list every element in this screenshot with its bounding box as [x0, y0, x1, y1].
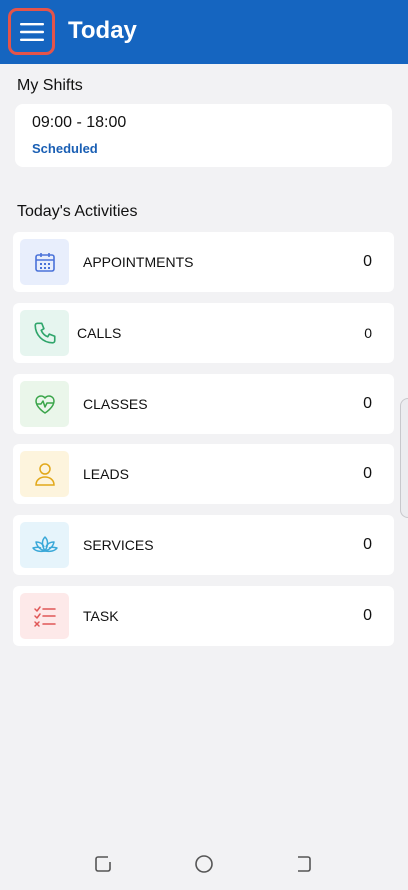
activity-services[interactable]: SERVICES 0	[13, 515, 394, 575]
activity-label: SERVICES	[83, 537, 154, 553]
person-icon	[20, 451, 69, 497]
checklist-icon	[20, 593, 69, 639]
activity-count: 0	[363, 395, 372, 412]
home-icon[interactable]	[193, 853, 215, 880]
activity-label: APPOINTMENTS	[83, 254, 194, 270]
calendar-icon	[20, 239, 69, 285]
activity-count: 0	[363, 465, 372, 482]
phone-icon	[20, 310, 69, 356]
activity-label: CLASSES	[83, 396, 148, 412]
activity-task[interactable]: TASK 0	[13, 586, 394, 646]
activity-count: 0	[363, 536, 372, 553]
activity-count: 0	[363, 253, 372, 270]
hamburger-menu-icon	[19, 22, 44, 41]
activity-label: CALLS	[77, 325, 122, 341]
activity-appointments[interactable]: APPOINTMENTS 0	[13, 232, 394, 292]
activity-calls[interactable]: CALLS 0	[13, 303, 394, 363]
activity-label: TASK	[83, 608, 119, 624]
lotus-icon	[20, 522, 69, 568]
activity-leads[interactable]: LEADS 0	[13, 444, 394, 504]
shift-status: Scheduled	[32, 141, 98, 156]
shift-time: 09:00 - 18:00	[32, 114, 127, 131]
system-nav-bar	[0, 836, 408, 890]
my-shifts-heading: My Shifts	[17, 77, 83, 94]
activity-count: 0	[363, 607, 372, 624]
heart-pulse-icon	[20, 381, 69, 427]
activity-classes[interactable]: CLASSES 0	[13, 374, 394, 434]
activity-count: 0	[364, 325, 372, 341]
menu-button[interactable]	[8, 8, 55, 55]
recent-apps-icon[interactable]	[92, 853, 114, 880]
back-icon[interactable]	[292, 853, 314, 880]
page-title: Today	[68, 17, 137, 44]
app-bar: Today	[0, 0, 408, 64]
edge-panel-handle[interactable]	[400, 398, 408, 518]
shift-card[interactable]: 09:00 - 18:00 Scheduled	[15, 104, 392, 167]
activities-heading: Today's Activities	[17, 203, 138, 220]
activity-label: LEADS	[83, 466, 129, 482]
